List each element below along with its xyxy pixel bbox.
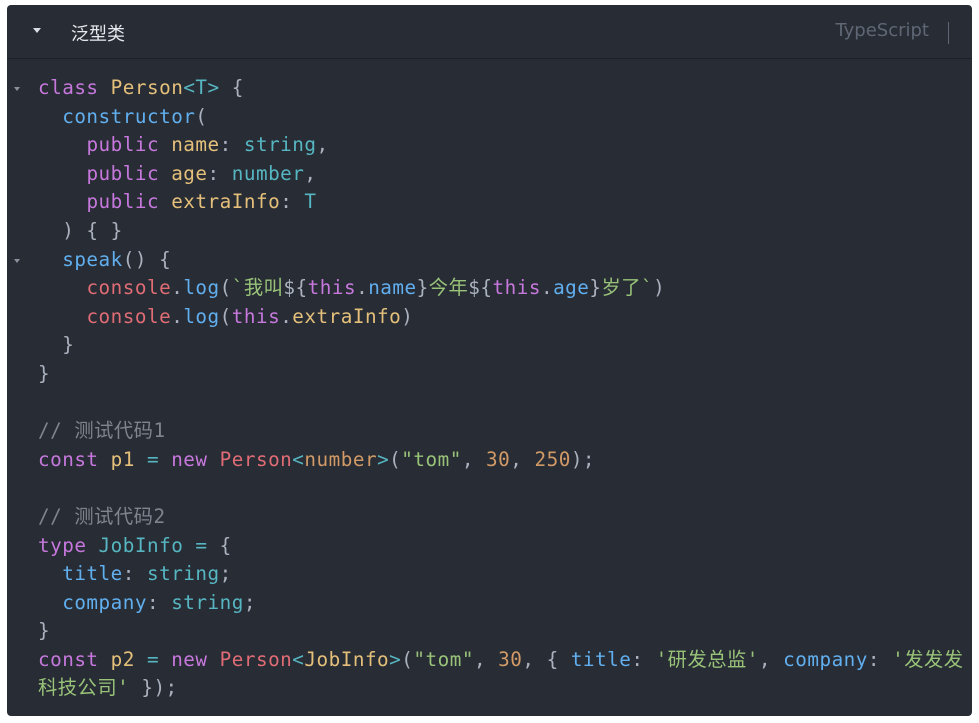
code-line: // 测试代码2 xyxy=(38,504,166,528)
code-block-header: 泛型类 TypeScript xyxy=(7,5,972,59)
code-line: speak() { xyxy=(7,246,972,275)
code-line: 科技公司' }); xyxy=(38,676,178,700)
header-divider xyxy=(948,22,949,44)
caret-down-icon[interactable] xyxy=(33,28,41,33)
fold-caret-icon[interactable] xyxy=(14,258,20,263)
code-line: const p1 = new Person<number>("tom", 30,… xyxy=(38,447,596,471)
code-line: const p2 = new Person<JobInfo>("tom", 30… xyxy=(38,647,964,671)
language-label: TypeScript xyxy=(835,20,929,41)
code-block-title: 泛型类 xyxy=(71,24,125,45)
code-line: } xyxy=(38,361,51,385)
code-body: class Person<T> { constructor( public na… xyxy=(7,59,972,703)
code-line: class Person<T> { xyxy=(7,74,972,103)
code-line: public age: number, xyxy=(86,161,317,185)
code-line: type JobInfo = { xyxy=(38,533,232,557)
code-line: // 测试代码1 xyxy=(38,419,166,443)
fold-caret-icon[interactable] xyxy=(14,87,20,91)
code-line: constructor( xyxy=(62,104,208,128)
code-line: console.log(`我叫${this.name}今年${this.age}… xyxy=(86,276,666,300)
code-line: title: string; xyxy=(62,562,232,586)
code-line: company: string; xyxy=(62,590,256,614)
code-block: 泛型类 TypeScript class Person<T> { constru… xyxy=(7,5,972,716)
code-line: } xyxy=(38,333,75,357)
code-line: ) { } xyxy=(38,218,123,242)
code-line: public extraInfo: T xyxy=(86,190,317,214)
code-line: } xyxy=(38,619,51,643)
code-line: console.log(this.extraInfo) xyxy=(86,304,414,328)
code-line: public name: string, xyxy=(86,133,329,157)
